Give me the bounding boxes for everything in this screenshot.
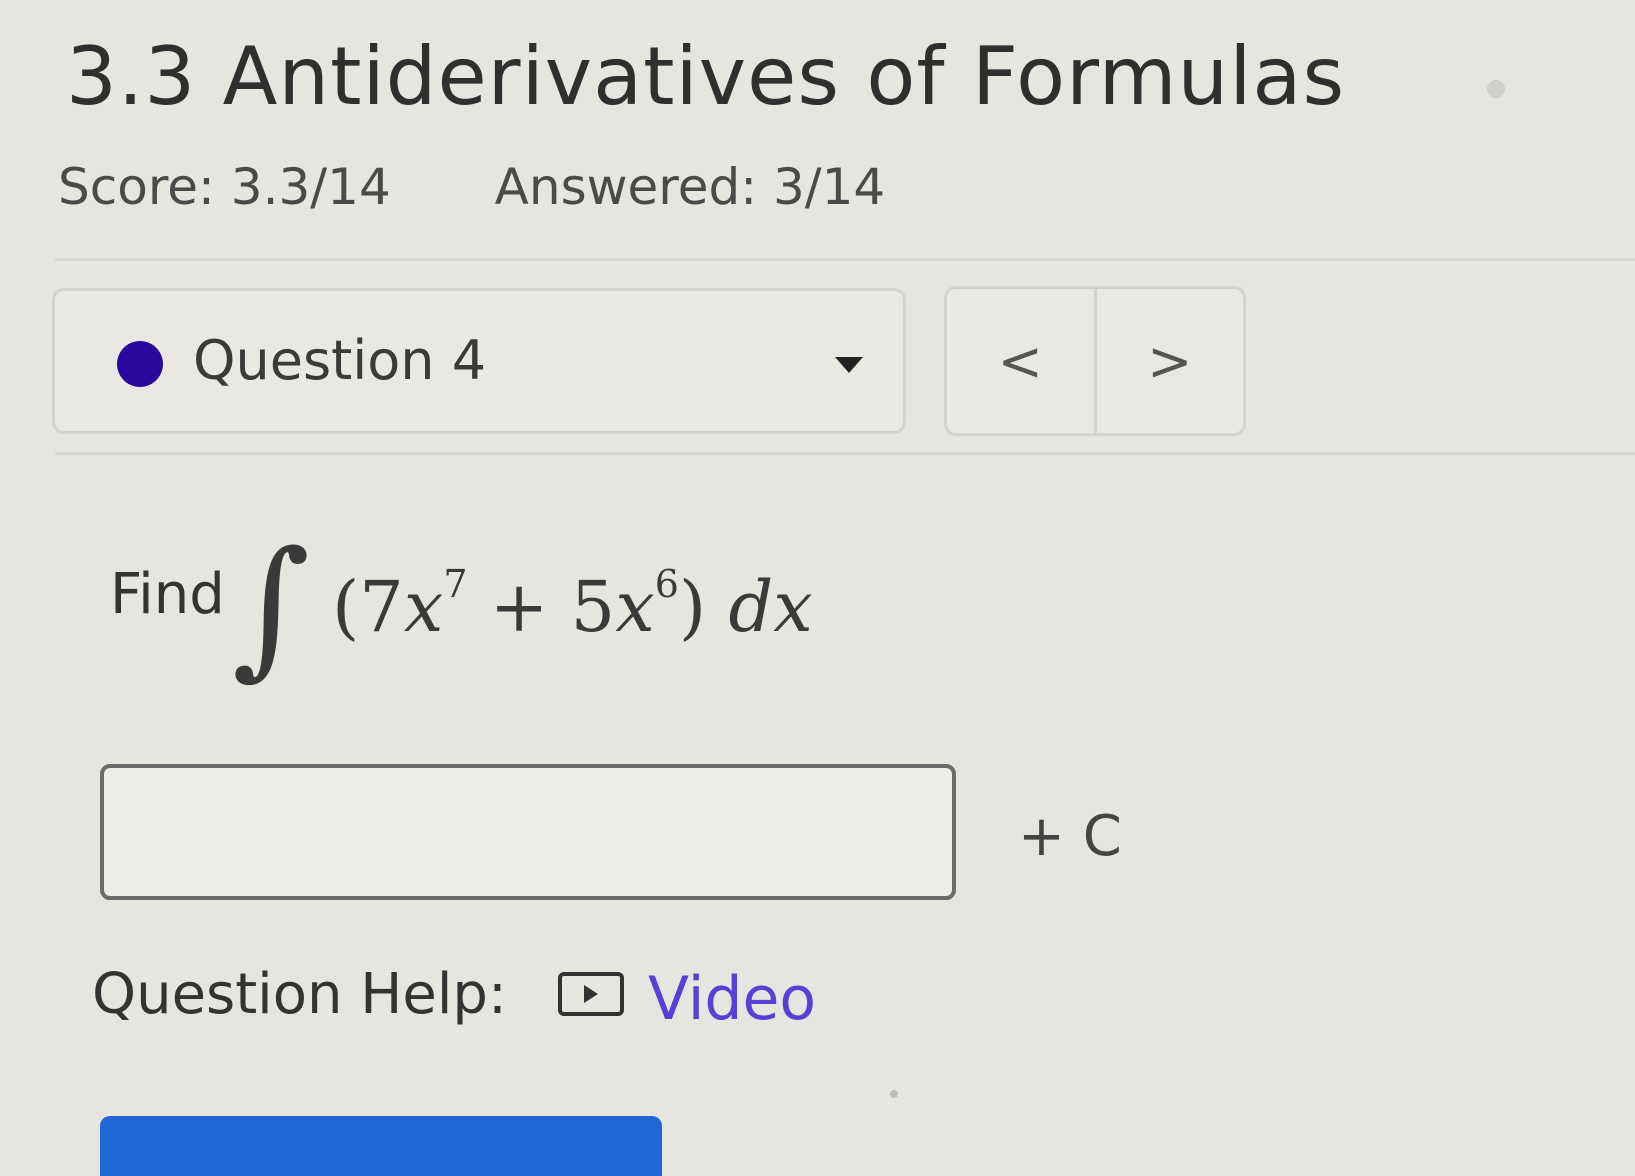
- video-link[interactable]: Video: [648, 964, 816, 1034]
- submit-button[interactable]: [100, 1116, 662, 1176]
- question-selector-label: Question 4: [193, 329, 487, 392]
- integral-symbol: ∫: [232, 520, 311, 694]
- divider-bottom: [55, 452, 1635, 455]
- question-selector[interactable]: Question 4: [52, 288, 906, 434]
- page-title: 3.3 Antiderivatives of Formulas: [66, 30, 1346, 123]
- chevron-left-icon: <: [997, 329, 1043, 393]
- question-status-dot-icon: [117, 341, 163, 387]
- next-question-button[interactable]: >: [1097, 289, 1244, 433]
- answer-input[interactable]: [100, 764, 956, 900]
- integrand: (7x7 + 5x6) dx: [332, 562, 813, 648]
- constant-label: + C: [1018, 804, 1122, 869]
- score-bar: Score: 3.3/14 Answered: 3/14: [58, 158, 885, 216]
- chevron-right-icon: >: [1147, 329, 1193, 393]
- decorative-speck: [890, 1090, 898, 1098]
- video-play-icon[interactable]: [558, 972, 624, 1016]
- question-prompt: Find: [110, 562, 225, 627]
- divider-top: [55, 258, 1635, 261]
- question-nav-buttons: < >: [944, 286, 1246, 436]
- question-help-label: Question Help:: [92, 962, 507, 1027]
- score-text: Score: 3.3/14: [58, 158, 391, 216]
- answered-text: Answered: 3/14: [494, 158, 886, 216]
- previous-question-button[interactable]: <: [947, 289, 1097, 433]
- status-dot: [1487, 80, 1505, 98]
- chevron-down-icon: [835, 357, 863, 373]
